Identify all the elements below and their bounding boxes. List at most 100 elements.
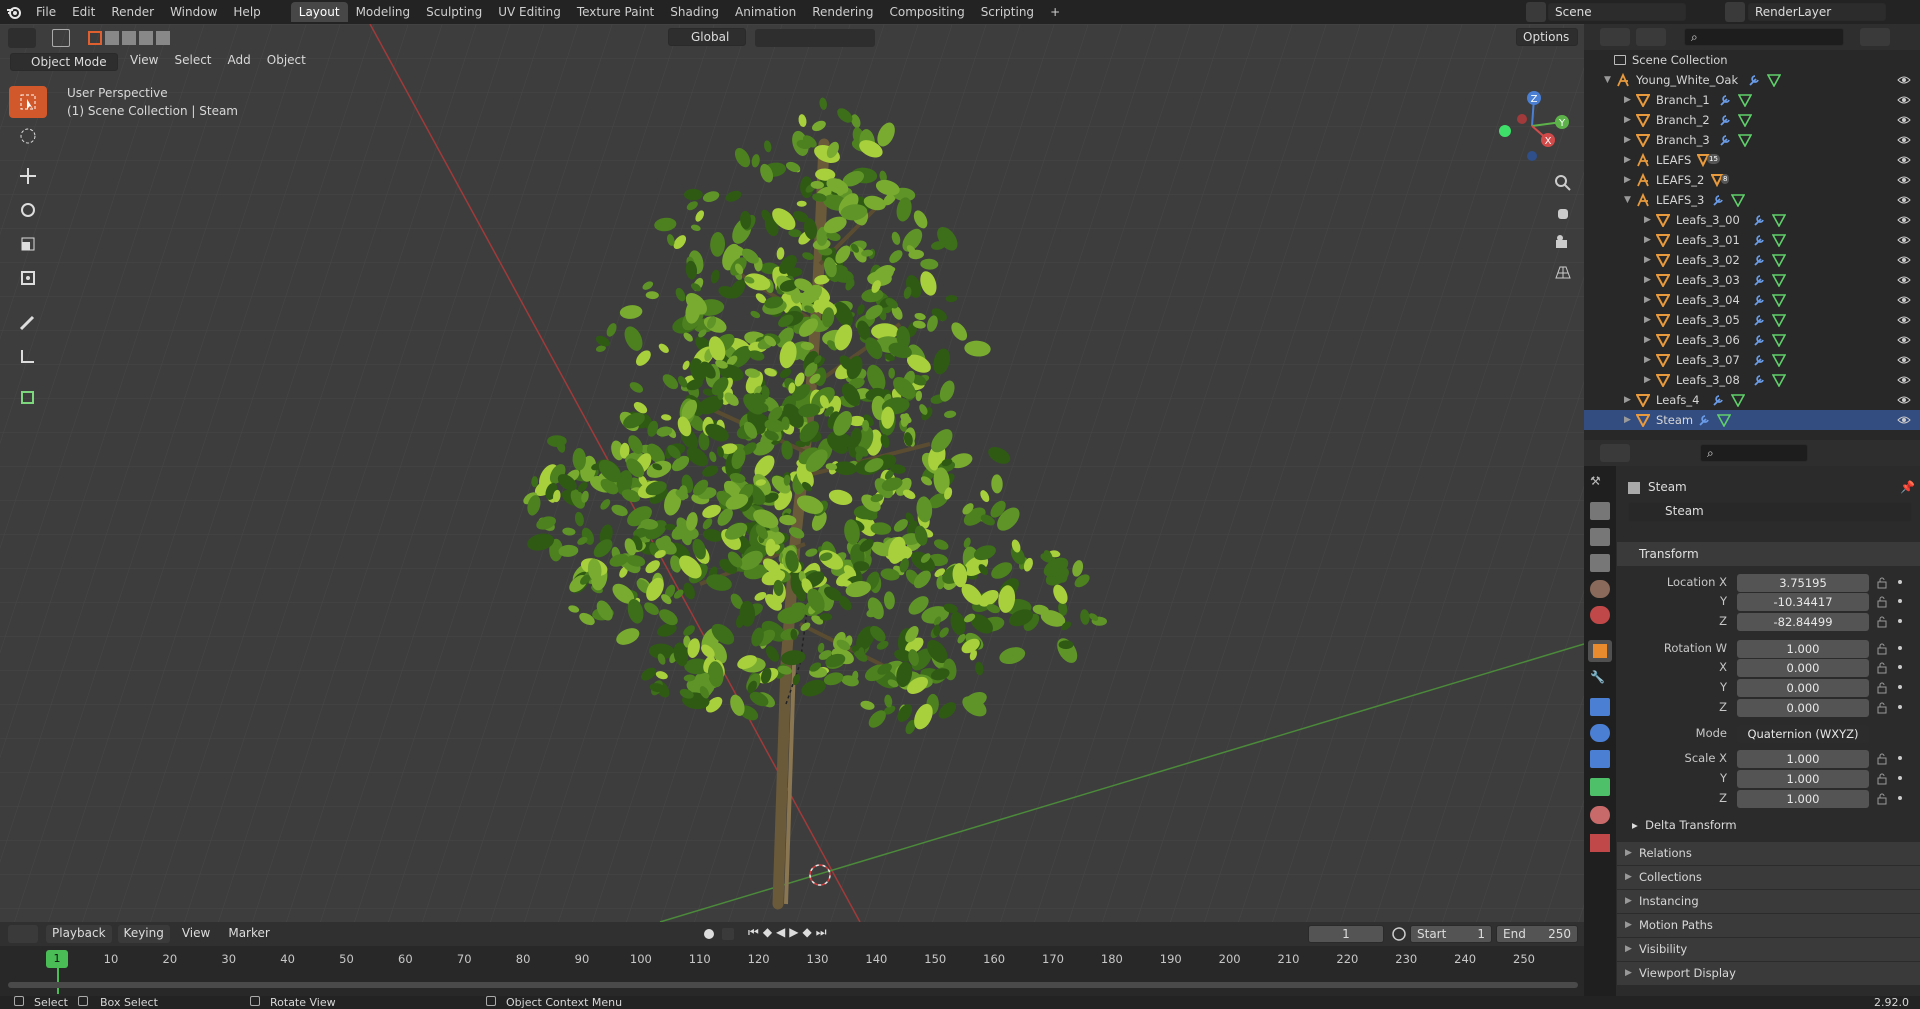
transform-tool[interactable] — [9, 262, 47, 294]
modifier-wrench-icon[interactable] — [1718, 133, 1732, 147]
jump-end-icon[interactable]: ⏭ — [816, 925, 827, 943]
modifier-wrench-icon[interactable] — [1752, 233, 1766, 247]
outliner-item-leafs_3_07[interactable]: ▶ Leafs_3_07 — [1584, 350, 1920, 370]
tab-sculpting[interactable]: Sculpting — [418, 2, 490, 22]
expand-arrow-icon[interactable]: ▶ — [1624, 170, 1631, 190]
visibility-eye-icon[interactable] — [1897, 94, 1911, 106]
select-tool-icon[interactable] — [52, 29, 70, 47]
outliner-type-icon[interactable] — [1600, 28, 1630, 46]
mesh-data-icon[interactable] — [1772, 373, 1786, 387]
modifier-wrench-icon[interactable] — [1718, 113, 1732, 127]
timeline-menu-view[interactable]: View — [176, 925, 216, 943]
render-tab-icon[interactable] — [1590, 502, 1610, 520]
world-tab-icon[interactable] — [1590, 606, 1610, 624]
viewport-shading-controls[interactable] — [1330, 29, 1576, 47]
expand-arrow-icon[interactable]: ▶ — [1644, 210, 1651, 230]
visibility-eye-icon[interactable] — [1897, 74, 1911, 86]
mesh-data-icon[interactable] — [1731, 193, 1745, 207]
panel-collections[interactable]: ▶ Collections — [1617, 866, 1920, 889]
modifier-wrench-icon[interactable] — [1752, 273, 1766, 287]
menu-window[interactable]: Window — [162, 0, 225, 24]
visibility-eye-icon[interactable] — [1897, 374, 1911, 386]
outliner-item-branch_3[interactable]: ▶ Branch_3 — [1584, 130, 1920, 150]
modifier-wrench-icon[interactable] — [1747, 73, 1761, 87]
lock-icon[interactable] — [1876, 643, 1888, 655]
scale-tool[interactable] — [9, 228, 47, 260]
tab-texture-paint[interactable]: Texture Paint — [569, 2, 662, 22]
lock-icon[interactable] — [1876, 682, 1888, 694]
snapping-controls[interactable] — [755, 29, 875, 47]
play-icon[interactable]: ▶ — [789, 925, 798, 943]
delta-transform-subpanel[interactable]: ▸ Delta Transform — [1632, 818, 1737, 832]
panel-motion-paths[interactable]: ▶ Motion Paths — [1617, 914, 1920, 937]
timeline-menu-keying[interactable]: Keying — [117, 925, 170, 943]
rotation-x-field[interactable]: 0.000 — [1737, 659, 1869, 677]
scene-tab-icon[interactable] — [1590, 580, 1610, 598]
playhead-marker[interactable]: 1 — [46, 950, 68, 968]
keyframe-dot-icon[interactable] — [1898, 665, 1902, 669]
outliner-item-branch_2[interactable]: ▶ Branch_2 — [1584, 110, 1920, 130]
outliner-item-leafs_3_05[interactable]: ▶ Leafs_3_05 — [1584, 310, 1920, 330]
visibility-eye-icon[interactable] — [1897, 354, 1911, 366]
tab-rendering[interactable]: Rendering — [804, 2, 881, 22]
keyframe-dot-icon[interactable] — [1898, 685, 1902, 689]
scale-x-field[interactable]: 1.000 — [1737, 750, 1869, 768]
visibility-eye-icon[interactable] — [1897, 394, 1911, 406]
expand-arrow-icon[interactable]: ▶ — [1644, 290, 1651, 310]
expand-arrow-icon[interactable]: ▶ — [1624, 90, 1631, 110]
menu-render[interactable]: Render — [103, 0, 162, 24]
particles-tab-icon[interactable] — [1590, 698, 1610, 716]
mesh-data-icon[interactable] — [1772, 293, 1786, 307]
outliner-item-branch_1[interactable]: ▶ Branch_1 — [1584, 90, 1920, 110]
zoom-icon[interactable] — [1552, 172, 1574, 194]
rotation-y-field[interactable]: 0.000 — [1737, 679, 1869, 697]
lock-icon[interactable] — [1876, 596, 1888, 608]
location-x-field[interactable]: 3.75195 — [1737, 574, 1869, 592]
end-frame-field[interactable]: End 250 — [1496, 925, 1578, 943]
rotate-tool[interactable] — [9, 194, 47, 226]
output-tab-icon[interactable] — [1590, 528, 1610, 546]
collapse-arrow-icon[interactable]: ▼ — [1604, 70, 1611, 90]
viewport-menu-add[interactable]: Add — [228, 53, 251, 67]
mesh-data-icon[interactable] — [1767, 73, 1781, 87]
mesh-data-icon[interactable] — [1772, 233, 1786, 247]
modifier-wrench-icon[interactable] — [1752, 213, 1766, 227]
navigation-gizmo[interactable]: Z Y X — [1492, 86, 1572, 166]
outliner-item-leafs_3_01[interactable]: ▶ Leafs_3_01 — [1584, 230, 1920, 250]
menu-help[interactable]: Help — [225, 0, 268, 24]
visibility-eye-icon[interactable] — [1897, 134, 1911, 146]
modifier-wrench-icon[interactable] — [1752, 353, 1766, 367]
visibility-eye-icon[interactable] — [1897, 154, 1911, 166]
outliner-item-steam[interactable]: ▶ Steam — [1584, 410, 1920, 430]
select-box-tool[interactable] — [9, 86, 47, 118]
lock-icon[interactable] — [1876, 702, 1888, 714]
menu-file[interactable]: File — [28, 0, 64, 24]
mesh-data-icon[interactable] — [1738, 133, 1752, 147]
modifier-wrench-icon[interactable] — [1752, 333, 1766, 347]
outliner-item-leafs_3_04[interactable]: ▶ Leafs_3_04 — [1584, 290, 1920, 310]
jump-keyframe-back-icon[interactable]: ◆ — [763, 925, 772, 943]
mesh-data-icon[interactable] — [1772, 273, 1786, 287]
outliner-scene-collection[interactable]: Scene Collection — [1584, 50, 1920, 70]
editor-type-icon[interactable] — [8, 28, 36, 48]
perspective-grid-icon[interactable] — [1552, 262, 1574, 284]
object-tab-icon[interactable] — [1588, 640, 1612, 662]
lock-icon[interactable] — [1876, 662, 1888, 674]
jump-start-icon[interactable]: ⏮ — [748, 925, 759, 943]
visibility-eye-icon[interactable] — [1897, 334, 1911, 346]
tab-shading[interactable]: Shading — [662, 2, 727, 22]
mode-dropdown[interactable]: Object Mode — [10, 53, 118, 71]
menu-edit[interactable]: Edit — [64, 0, 103, 24]
expand-arrow-icon[interactable]: ▶ — [1644, 270, 1651, 290]
timeline-type-icon[interactable] — [8, 925, 38, 943]
expand-arrow-icon[interactable]: ▶ — [1624, 130, 1631, 150]
outliner-item-leafs_3[interactable]: ▼ LEAFS_3 — [1584, 190, 1920, 210]
lock-icon[interactable] — [1876, 753, 1888, 765]
mesh-data-icon[interactable] — [1738, 93, 1752, 107]
mesh-data-icon[interactable] — [1738, 113, 1752, 127]
expand-arrow-icon[interactable]: ▶ — [1644, 310, 1651, 330]
expand-arrow-icon[interactable]: ▶ — [1644, 250, 1651, 270]
location-z-field[interactable]: -82.84499 — [1737, 613, 1869, 631]
measure-tool[interactable] — [9, 340, 47, 372]
tool-tab-icon[interactable]: ⚒ — [1590, 474, 1610, 492]
